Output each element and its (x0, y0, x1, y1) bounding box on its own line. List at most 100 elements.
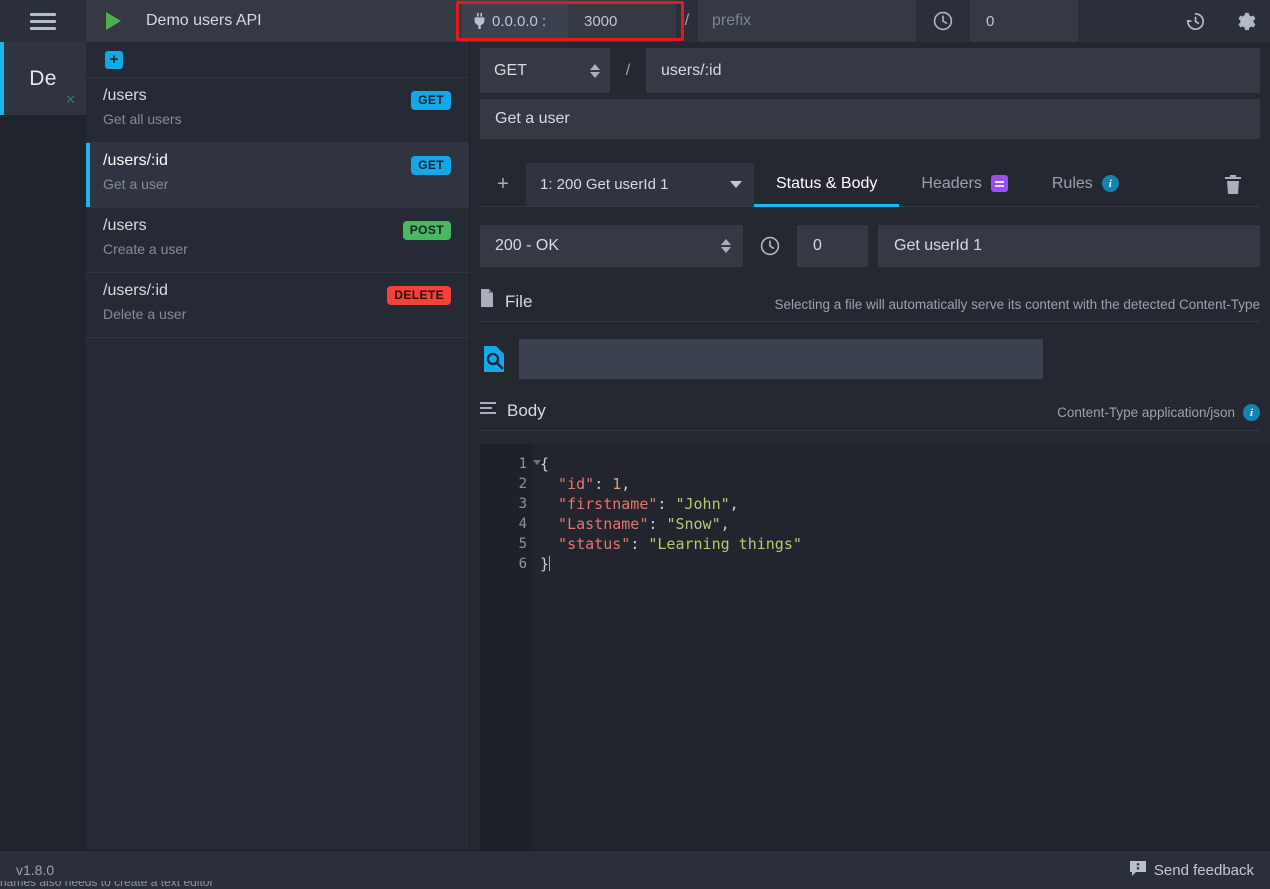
status-code-value: 200 - OK (495, 237, 560, 254)
routes-toolbar: + (86, 42, 469, 78)
environments-rail: De ✕ (0, 42, 86, 850)
route-item[interactable]: /users/:id Get a user GET (86, 143, 469, 208)
tab-label: Status & Body (776, 174, 878, 192)
tab-label: Rules (1051, 174, 1093, 192)
tabs-holder: Status & Body Headers Rules i (754, 163, 1141, 207)
code-token: "John" (675, 495, 730, 513)
editor-code[interactable]: { "id": 1, "firstname": "John", "Lastnam… (532, 444, 1270, 850)
code-token: } (540, 555, 550, 573)
info-icon[interactable]: i (1243, 404, 1260, 421)
content-type-info: Content-Type application/json i (1057, 404, 1260, 421)
file-section-header: File Selecting a file will automatically… (480, 289, 1260, 322)
code-token: "Learning things" (648, 535, 802, 553)
list-icon (480, 402, 496, 421)
file-icon (480, 289, 494, 312)
route-item-verb: GET (411, 156, 451, 175)
hamburger-icon[interactable] (0, 0, 86, 42)
line-number: 5 (518, 536, 527, 552)
prefix-input[interactable]: prefix (698, 0, 916, 42)
code-token: : (657, 495, 676, 513)
route-item-verb: DELETE (387, 286, 451, 305)
file-section-hint: Selecting a file will automatically serv… (774, 297, 1261, 312)
body-code-editor[interactable]: 1 2 3 4 5 6 { "id": 1, "firstname": "John", "… (480, 444, 1270, 850)
code-token: : (594, 475, 613, 493)
line-number: 3 (518, 496, 527, 512)
response-label-input[interactable]: Get userId 1 (878, 225, 1260, 267)
code-token: 1 (612, 475, 622, 493)
line-number: 2 (518, 476, 527, 492)
headers-badge-icon (990, 175, 1008, 192)
route-item-description: Get a user (103, 176, 169, 192)
tab-status-body[interactable]: Status & Body (754, 163, 900, 207)
trash-icon[interactable] (1206, 163, 1260, 206)
method-path-row: GET / users/:id (470, 48, 1270, 93)
chevron-down-icon (730, 181, 742, 188)
line-number: 6 (518, 556, 527, 572)
add-response-button[interactable]: + (480, 163, 526, 206)
send-feedback-label: Send feedback (1153, 861, 1254, 879)
code-token: "firstname" (540, 495, 658, 513)
chevron-updown-icon (721, 239, 731, 253)
mockoon-window: Demo users API 0.0.0.0 : 3000 / prefix 0 (0, 0, 1270, 889)
response-select[interactable]: 1: 200 Get userId 1 (526, 163, 754, 206)
path-input[interactable]: users/:id (646, 48, 1260, 93)
main-area: De ✕ + /users Get all users GET/users/:id G… (0, 42, 1270, 850)
cut-off-text: names also needs to create a text editor (0, 881, 340, 889)
method-select[interactable]: GET (480, 48, 610, 93)
code-token: "status" (540, 535, 631, 553)
body-section-header: Body Content-Type application/json i (480, 401, 1260, 431)
status-row: 200 - OK 0 Get userId 1 (480, 225, 1260, 267)
add-route-label: + (109, 50, 119, 68)
clock-icon (743, 225, 797, 267)
file-search-icon[interactable] (480, 346, 507, 372)
body-section: Body Content-Type application/json i (480, 401, 1260, 431)
route-item-description: Get all users (103, 111, 182, 127)
clock-icon (916, 0, 970, 42)
global-latency-input[interactable]: 0 (970, 0, 1078, 42)
host-input[interactable]: 0.0.0.0 : (462, 0, 568, 42)
send-feedback-button[interactable]: Send feedback (1129, 860, 1254, 880)
code-token: "Lastname" (540, 515, 649, 533)
code-line: "Lastname": "Snow", (540, 514, 1270, 534)
code-line: "firstname": "John", (540, 494, 1270, 514)
environment-tab[interactable]: De ✕ (0, 42, 86, 115)
tab-rules[interactable]: Rules i (1030, 163, 1141, 207)
port-input[interactable]: 3000 (568, 0, 676, 42)
history-icon[interactable] (1170, 0, 1220, 42)
line-number: 1 (480, 454, 541, 474)
route-item-description: Create a user (103, 241, 188, 257)
status-code-select[interactable]: 200 - OK (480, 225, 743, 267)
code-token: { (540, 455, 550, 473)
file-path-input[interactable] (519, 339, 1043, 379)
route-item[interactable]: /users Get all users GET (86, 78, 469, 143)
code-token: : (630, 535, 649, 553)
code-line: } (540, 554, 1270, 574)
comment-icon (1129, 860, 1146, 880)
code-token: : (648, 515, 667, 533)
gear-icon[interactable] (1220, 0, 1270, 42)
prefix-slash: / (676, 0, 698, 42)
editor-line-numbers: 1 2 3 4 5 6 (480, 444, 541, 850)
tab-headers[interactable]: Headers (899, 163, 1029, 207)
play-icon[interactable] (86, 0, 140, 42)
chevron-updown-icon (590, 63, 600, 78)
text-cursor (549, 556, 551, 571)
code-line: "id": 1, (540, 474, 1270, 494)
fold-icon[interactable] (533, 460, 541, 465)
add-route-button[interactable]: + (105, 50, 123, 69)
route-item[interactable]: /users/:id Delete a user DELETE (86, 273, 469, 338)
close-icon[interactable]: ✕ (65, 93, 76, 106)
response-tabs-row: + 1: 200 Get userId 1 Status & Body Heade… (480, 163, 1260, 207)
code-token: "Snow" (666, 515, 721, 533)
route-documentation-input[interactable]: Get a user (480, 99, 1260, 139)
code-token: , (621, 475, 631, 493)
environment-name-input[interactable]: Demo users API (140, 0, 462, 42)
file-section-title: File (505, 292, 533, 311)
tab-label: Headers (921, 174, 982, 192)
method-value: GET (494, 61, 527, 79)
response-latency-input[interactable]: 0 (797, 225, 868, 267)
route-item[interactable]: /users Create a user POST (86, 208, 469, 273)
code-token: , (720, 515, 730, 533)
route-item-verb: GET (411, 91, 451, 110)
plug-icon (473, 13, 486, 29)
